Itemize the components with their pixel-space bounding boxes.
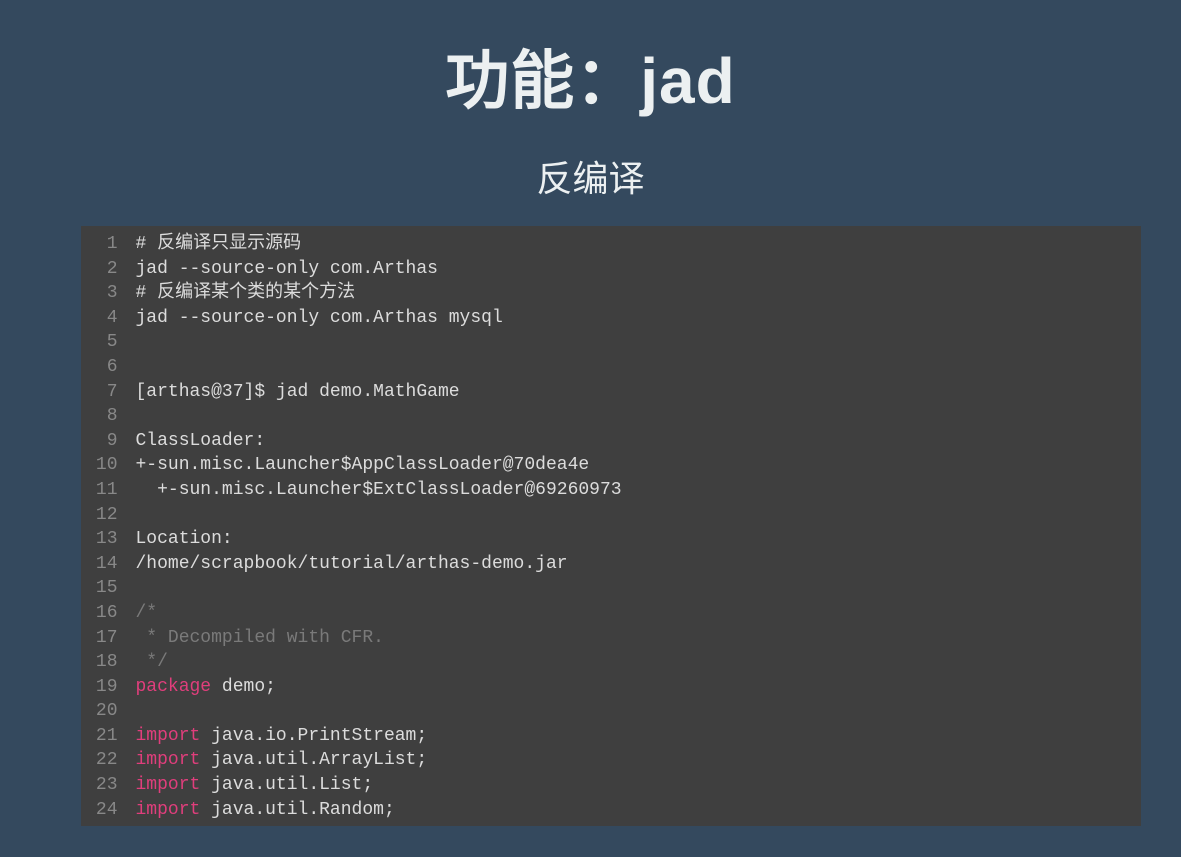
code-line: 5 — [81, 330, 1141, 355]
page-subtitle: 反编译 — [536, 150, 644, 202]
line-text: jad --source-only com.Arthas — [136, 257, 438, 282]
code-line: 10+-sun.misc.Launcher$AppClassLoader@70d… — [81, 453, 1141, 478]
line-number: 6 — [81, 355, 136, 380]
line-number: 10 — [81, 453, 136, 478]
code-line: 16/* — [81, 601, 1141, 626]
line-number: 15 — [81, 576, 136, 601]
line-number: 19 — [81, 675, 136, 700]
line-text — [136, 355, 147, 380]
line-text: import java.util.Random; — [136, 798, 395, 823]
line-text: import java.util.ArrayList; — [136, 748, 428, 773]
code-line: 2jad --source-only com.Arthas — [81, 257, 1141, 282]
line-text: import java.util.List; — [136, 773, 374, 798]
line-number: 14 — [81, 552, 136, 577]
code-line: 9ClassLoader: — [81, 429, 1141, 454]
line-number: 17 — [81, 626, 136, 651]
line-number: 3 — [81, 281, 136, 306]
line-text: # 反编译只显示源码 — [136, 232, 302, 257]
code-line: 3# 反编译某个类的某个方法 — [81, 281, 1141, 306]
code-line: 19package demo; — [81, 675, 1141, 700]
line-number: 12 — [81, 503, 136, 528]
code-line: 1# 反编译只显示源码 — [81, 232, 1141, 257]
page-title: 功能：jad — [445, 30, 735, 122]
slide: 功能：jad 反编译 1# 反编译只显示源码2jad --source-only… — [0, 0, 1181, 857]
line-text — [136, 503, 147, 528]
code-line: 22import java.util.ArrayList; — [81, 748, 1141, 773]
line-text: * Decompiled with CFR. — [136, 626, 384, 651]
code-line: 6 — [81, 355, 1141, 380]
line-number: 5 — [81, 330, 136, 355]
line-number: 1 — [81, 232, 136, 257]
line-text: /home/scrapbook/tutorial/arthas-demo.jar — [136, 552, 568, 577]
line-text: +-sun.misc.Launcher$AppClassLoader@70dea… — [136, 453, 590, 478]
line-number: 9 — [81, 429, 136, 454]
code-content: 1# 反编译只显示源码2jad --source-only com.Arthas… — [81, 226, 1141, 826]
line-number: 18 — [81, 650, 136, 675]
code-line: 21import java.io.PrintStream; — [81, 724, 1141, 749]
line-text: package demo; — [136, 675, 276, 700]
code-line: 14/home/scrapbook/tutorial/arthas-demo.j… — [81, 552, 1141, 577]
line-number: 23 — [81, 773, 136, 798]
line-number: 11 — [81, 478, 136, 503]
code-line: 18 */ — [81, 650, 1141, 675]
code-line: 7[arthas@37]$ jad demo.MathGame — [81, 380, 1141, 405]
line-number: 24 — [81, 798, 136, 823]
code-line: 24import java.util.Random; — [81, 798, 1141, 823]
line-number: 7 — [81, 380, 136, 405]
line-text: ClassLoader: — [136, 429, 266, 454]
line-number: 2 — [81, 257, 136, 282]
code-line: 23import java.util.List; — [81, 773, 1141, 798]
line-number: 8 — [81, 404, 136, 429]
line-text: /* — [136, 601, 158, 626]
code-line: 4jad --source-only com.Arthas mysql — [81, 306, 1141, 331]
line-text — [136, 404, 147, 429]
line-text: import java.io.PrintStream; — [136, 724, 428, 749]
line-number: 13 — [81, 527, 136, 552]
line-text: [arthas@37]$ jad demo.MathGame — [136, 380, 460, 405]
line-text: jad --source-only com.Arthas mysql — [136, 306, 503, 331]
code-block[interactable]: 1# 反编译只显示源码2jad --source-only com.Arthas… — [81, 226, 1141, 826]
line-text: +-sun.misc.Launcher$ExtClassLoader@69260… — [136, 478, 622, 503]
code-line: 8 — [81, 404, 1141, 429]
line-text: Location: — [136, 527, 233, 552]
line-text: # 反编译某个类的某个方法 — [136, 281, 356, 306]
line-number: 22 — [81, 748, 136, 773]
line-number: 4 — [81, 306, 136, 331]
code-line: 12 — [81, 503, 1141, 528]
line-text — [136, 699, 147, 724]
code-line: 11 +-sun.misc.Launcher$ExtClassLoader@69… — [81, 478, 1141, 503]
code-line: 15 — [81, 576, 1141, 601]
code-line: 17 * Decompiled with CFR. — [81, 626, 1141, 651]
line-text — [136, 576, 147, 601]
code-line: 13Location: — [81, 527, 1141, 552]
code-line: 20 — [81, 699, 1141, 724]
line-text: */ — [136, 650, 168, 675]
line-number: 21 — [81, 724, 136, 749]
line-number: 16 — [81, 601, 136, 626]
line-text — [136, 330, 147, 355]
line-number: 20 — [81, 699, 136, 724]
